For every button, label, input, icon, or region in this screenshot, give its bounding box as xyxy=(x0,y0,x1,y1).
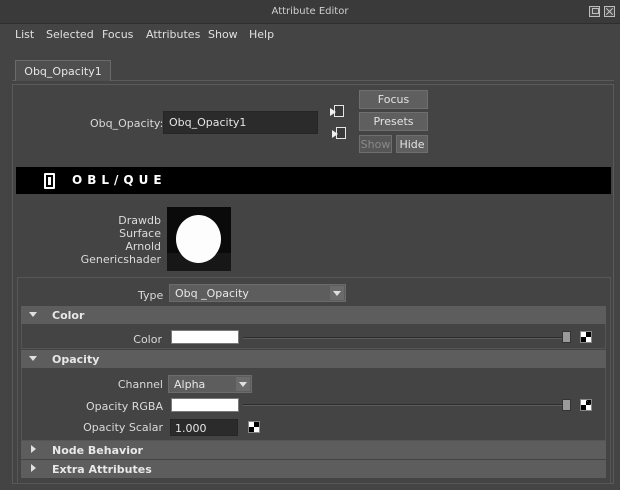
restore-window-icon[interactable] xyxy=(589,6,600,17)
menu-help[interactable]: Help xyxy=(249,28,274,41)
opacity-rgba-slider-track[interactable] xyxy=(243,404,569,406)
focus-button[interactable]: Focus xyxy=(359,90,428,109)
node-name-label: Obq_Opacity: xyxy=(90,117,164,130)
swatch-sphere xyxy=(176,215,221,263)
opacity-rgba-swatch[interactable] xyxy=(171,398,239,412)
shader-class-line: Genericshader xyxy=(80,253,161,266)
section-color-title: Color xyxy=(52,309,85,322)
color-slider-track[interactable] xyxy=(243,337,569,339)
menu-attributes[interactable]: Attributes xyxy=(146,28,200,41)
section-extra-attributes-header[interactable]: Extra Attributes xyxy=(21,460,606,478)
oblique-banner: OBL/QUE xyxy=(16,167,611,194)
menu-list[interactable]: List xyxy=(15,28,34,41)
show-button[interactable]: Show xyxy=(359,135,392,153)
menu-show[interactable]: Show xyxy=(208,28,238,41)
shader-class-line: Surface xyxy=(119,227,161,240)
collapse-triangle-icon xyxy=(31,464,36,472)
oblique-logo-text: OBL/QUE xyxy=(72,173,167,187)
section-node-behavior-header[interactable]: Node Behavior xyxy=(21,441,606,459)
channel-dropdown[interactable]: Alpha xyxy=(168,375,252,393)
section-color-header[interactable]: Color xyxy=(21,306,606,324)
menu-selected[interactable]: Selected xyxy=(46,28,94,41)
channel-value: Alpha xyxy=(174,378,206,391)
hide-button[interactable]: Hide xyxy=(396,135,428,153)
presets-button[interactable]: Presets xyxy=(359,112,428,131)
section-extra-attributes-title: Extra Attributes xyxy=(52,463,152,476)
section-opacity-header[interactable]: Opacity xyxy=(21,350,606,368)
type-dropdown[interactable]: Obq _Opacity xyxy=(169,284,346,302)
input-connection-icon[interactable] xyxy=(330,104,345,119)
window-title: Attribute Editor xyxy=(271,6,349,17)
map-texture-icon[interactable] xyxy=(580,331,592,343)
oblique-logo-icon xyxy=(44,173,55,189)
output-connection-icon[interactable] xyxy=(332,126,347,141)
chevron-down-icon xyxy=(330,286,344,300)
collapse-triangle-icon xyxy=(31,445,36,453)
map-texture-icon[interactable] xyxy=(248,421,260,433)
shader-classification: Drawdb Surface Arnold Genericshader xyxy=(80,214,161,266)
expand-triangle-icon xyxy=(29,312,37,317)
section-opacity-title: Opacity xyxy=(52,353,100,366)
section-node-behavior-title: Node Behavior xyxy=(52,444,143,457)
material-swatch-preview[interactable] xyxy=(167,207,231,271)
opacity-rgba-label: Opacity RGBA xyxy=(85,400,163,413)
opacity-rgba-slider-handle[interactable] xyxy=(562,399,571,411)
color-slider-handle[interactable] xyxy=(562,331,571,343)
opacity-scalar-label: Opacity Scalar xyxy=(83,421,163,434)
type-value: Obq _Opacity xyxy=(175,287,249,300)
shader-class-line: Drawdb xyxy=(118,214,161,227)
menu-focus[interactable]: Focus xyxy=(102,28,133,41)
menu-bar: List Selected Focus Attributes Show Help xyxy=(0,24,620,44)
tab-node[interactable]: Obq_Opacity1 xyxy=(15,60,111,81)
color-swatch[interactable] xyxy=(171,330,239,344)
channel-label: Channel xyxy=(117,378,163,391)
close-window-icon[interactable] xyxy=(604,6,615,17)
chevron-down-icon xyxy=(236,377,250,391)
title-bar: Attribute Editor xyxy=(0,0,620,24)
shader-class-line: Arnold xyxy=(125,240,161,253)
type-label: Type xyxy=(138,289,164,302)
map-texture-icon[interactable] xyxy=(580,399,592,411)
opacity-scalar-field[interactable]: 1.000 xyxy=(170,419,238,436)
node-name-field[interactable]: Obq_Opacity1 xyxy=(163,111,318,134)
color-label: Color xyxy=(133,333,162,346)
expand-triangle-icon xyxy=(29,356,37,361)
